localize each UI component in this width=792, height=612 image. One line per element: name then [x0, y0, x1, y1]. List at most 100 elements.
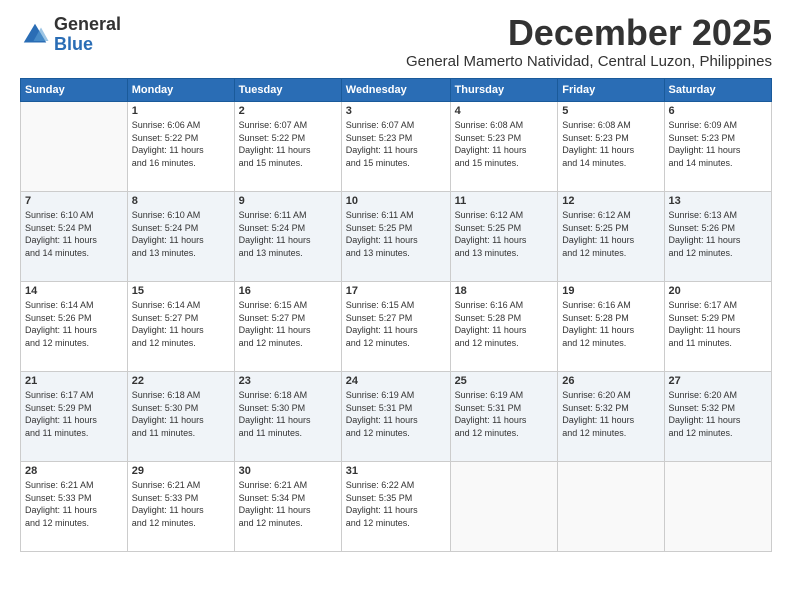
table-row: 3Sunrise: 6:07 AM Sunset: 5:23 PM Daylig…: [341, 102, 450, 192]
day-number: 12: [562, 195, 659, 207]
day-info: Sunrise: 6:22 AM Sunset: 5:35 PM Dayligh…: [346, 479, 446, 529]
col-tuesday: Tuesday: [234, 79, 341, 102]
logo-general-text: General: [54, 15, 121, 35]
day-info: Sunrise: 6:07 AM Sunset: 5:22 PM Dayligh…: [239, 119, 337, 169]
table-row: 1 Sunrise: 6:06 AM Sunset: 5:22 PM Daylig…: [127, 102, 234, 192]
col-friday: Friday: [558, 79, 664, 102]
day-info: Sunrise: 6:16 AM Sunset: 5:28 PM Dayligh…: [562, 299, 659, 349]
logo: General Blue: [20, 15, 121, 55]
day-info: Sunrise: 6:18 AM Sunset: 5:30 PM Dayligh…: [132, 389, 230, 439]
table-row: 26Sunrise: 6:20 AM Sunset: 5:32 PM Dayli…: [558, 372, 664, 462]
day-number: 25: [455, 375, 554, 387]
logo-blue-text: Blue: [54, 35, 121, 55]
day-number: 7: [25, 195, 123, 207]
day-info: Sunrise: 6:13 AM Sunset: 5:26 PM Dayligh…: [669, 209, 767, 259]
day-info: Sunrise: 6:12 AM Sunset: 5:25 PM Dayligh…: [562, 209, 659, 259]
col-monday: Monday: [127, 79, 234, 102]
day-info: Sunrise: 6:06 AM Sunset: 5:22 PM Dayligh…: [132, 119, 230, 169]
day-number: 31: [346, 465, 446, 477]
day-number: 17: [346, 285, 446, 297]
table-row: [664, 462, 771, 552]
calendar-week-row: 1 Sunrise: 6:06 AM Sunset: 5:22 PM Daylig…: [21, 102, 772, 192]
month-title: December 2025: [406, 15, 772, 51]
day-info: Sunrise: 6:21 AM Sunset: 5:33 PM Dayligh…: [25, 479, 123, 529]
day-number: 22: [132, 375, 230, 387]
table-row: 30Sunrise: 6:21 AM Sunset: 5:34 PM Dayli…: [234, 462, 341, 552]
table-row: 25 Sunrise: 6:19 AM Sunset: 5:31 PM Dayli…: [450, 372, 558, 462]
table-row: 4 Sunrise: 6:08 AM Sunset: 5:23 PM Daylig…: [450, 102, 558, 192]
day-number: 20: [669, 285, 767, 297]
calendar-header-row: Sunday Monday Tuesday Wednesday Thursday…: [21, 79, 772, 102]
table-row: [21, 102, 128, 192]
table-row: 7Sunrise: 6:10 AM Sunset: 5:24 PM Daylig…: [21, 192, 128, 282]
day-info: Sunrise: 6:19 AM Sunset: 5:31 PM Dayligh…: [455, 389, 554, 439]
day-info: Sunrise: 6:08 AM Sunset: 5:23 PM Dayligh…: [455, 119, 554, 169]
table-row: 16 Sunrise: 6:15 AM Sunset: 5:27 PM Dayli…: [234, 282, 341, 372]
day-info: Sunrise: 6:15 AM Sunset: 5:27 PM Dayligh…: [346, 299, 446, 349]
header: General Blue December 2025 General Mamer…: [20, 15, 772, 70]
day-number: 8: [132, 195, 230, 207]
day-info: Sunrise: 6:11 AM Sunset: 5:24 PM Dayligh…: [239, 209, 337, 259]
table-row: 15Sunrise: 6:14 AM Sunset: 5:27 PM Dayli…: [127, 282, 234, 372]
day-info: Sunrise: 6:17 AM Sunset: 5:29 PM Dayligh…: [25, 389, 123, 439]
day-info: Sunrise: 6:07 AM Sunset: 5:23 PM Dayligh…: [346, 119, 446, 169]
table-row: [450, 462, 558, 552]
day-info: Sunrise: 6:15 AM Sunset: 5:27 PM Dayligh…: [239, 299, 337, 349]
day-info: Sunrise: 6:11 AM Sunset: 5:25 PM Dayligh…: [346, 209, 446, 259]
day-info: Sunrise: 6:21 AM Sunset: 5:33 PM Dayligh…: [132, 479, 230, 529]
calendar-week-row: 21 Sunrise: 6:17 AM Sunset: 5:29 PM Dayli…: [21, 372, 772, 462]
day-info: Sunrise: 6:14 AM Sunset: 5:26 PM Dayligh…: [25, 299, 123, 349]
day-number: 21: [25, 375, 123, 387]
day-number: 11: [455, 195, 554, 207]
col-wednesday: Wednesday: [341, 79, 450, 102]
day-number: 6: [669, 105, 767, 117]
day-info: Sunrise: 6:20 AM Sunset: 5:32 PM Dayligh…: [562, 389, 659, 439]
table-row: 10Sunrise: 6:11 AM Sunset: 5:25 PM Dayli…: [341, 192, 450, 282]
day-number: 29: [132, 465, 230, 477]
day-info: Sunrise: 6:16 AM Sunset: 5:28 PM Dayligh…: [455, 299, 554, 349]
calendar-table: Sunday Monday Tuesday Wednesday Thursday…: [20, 78, 772, 552]
table-row: 24Sunrise: 6:19 AM Sunset: 5:31 PM Dayli…: [341, 372, 450, 462]
day-info: Sunrise: 6:20 AM Sunset: 5:32 PM Dayligh…: [669, 389, 767, 439]
table-row: 11 Sunrise: 6:12 AM Sunset: 5:25 PM Dayli…: [450, 192, 558, 282]
day-number: 2: [239, 105, 337, 117]
location-title: General Mamerto Natividad, Central Luzon…: [406, 53, 772, 70]
day-number: 28: [25, 465, 123, 477]
day-info: Sunrise: 6:10 AM Sunset: 5:24 PM Dayligh…: [132, 209, 230, 259]
table-row: 22 Sunrise: 6:18 AM Sunset: 5:30 PM Dayli…: [127, 372, 234, 462]
table-row: 2 Sunrise: 6:07 AM Sunset: 5:22 PM Daylig…: [234, 102, 341, 192]
table-row: 19Sunrise: 6:16 AM Sunset: 5:28 PM Dayli…: [558, 282, 664, 372]
day-info: Sunrise: 6:12 AM Sunset: 5:25 PM Dayligh…: [455, 209, 554, 259]
col-thursday: Thursday: [450, 79, 558, 102]
table-row: 21 Sunrise: 6:17 AM Sunset: 5:29 PM Dayli…: [21, 372, 128, 462]
table-row: 12 Sunrise: 6:12 AM Sunset: 5:25 PM Dayli…: [558, 192, 664, 282]
day-number: 16: [239, 285, 337, 297]
day-number: 1: [132, 105, 230, 117]
table-row: 14 Sunrise: 6:14 AM Sunset: 5:26 PM Dayli…: [21, 282, 128, 372]
day-number: 9: [239, 195, 337, 207]
logo-icon: [20, 20, 50, 50]
table-row: 27 Sunrise: 6:20 AM Sunset: 5:32 PM Dayli…: [664, 372, 771, 462]
table-row: 31 Sunrise: 6:22 AM Sunset: 5:35 PM Dayli…: [341, 462, 450, 552]
col-sunday: Sunday: [21, 79, 128, 102]
day-info: Sunrise: 6:09 AM Sunset: 5:23 PM Dayligh…: [669, 119, 767, 169]
day-info: Sunrise: 6:17 AM Sunset: 5:29 PM Dayligh…: [669, 299, 767, 349]
table-row: 18Sunrise: 6:16 AM Sunset: 5:28 PM Dayli…: [450, 282, 558, 372]
table-row: 23Sunrise: 6:18 AM Sunset: 5:30 PM Dayli…: [234, 372, 341, 462]
table-row: 29 Sunrise: 6:21 AM Sunset: 5:33 PM Dayli…: [127, 462, 234, 552]
day-number: 13: [669, 195, 767, 207]
calendar-week-row: 14 Sunrise: 6:14 AM Sunset: 5:26 PM Dayli…: [21, 282, 772, 372]
table-row: 20 Sunrise: 6:17 AM Sunset: 5:29 PM Dayli…: [664, 282, 771, 372]
day-number: 14: [25, 285, 123, 297]
day-number: 5: [562, 105, 659, 117]
table-row: 13 Sunrise: 6:13 AM Sunset: 5:26 PM Dayli…: [664, 192, 771, 282]
table-row: 9 Sunrise: 6:11 AM Sunset: 5:24 PM Daylig…: [234, 192, 341, 282]
day-number: 27: [669, 375, 767, 387]
col-saturday: Saturday: [664, 79, 771, 102]
table-row: 8 Sunrise: 6:10 AM Sunset: 5:24 PM Daylig…: [127, 192, 234, 282]
day-number: 4: [455, 105, 554, 117]
day-info: Sunrise: 6:19 AM Sunset: 5:31 PM Dayligh…: [346, 389, 446, 439]
day-info: Sunrise: 6:18 AM Sunset: 5:30 PM Dayligh…: [239, 389, 337, 439]
table-row: 5Sunrise: 6:08 AM Sunset: 5:23 PM Daylig…: [558, 102, 664, 192]
title-section: December 2025 General Mamerto Natividad,…: [406, 15, 772, 70]
